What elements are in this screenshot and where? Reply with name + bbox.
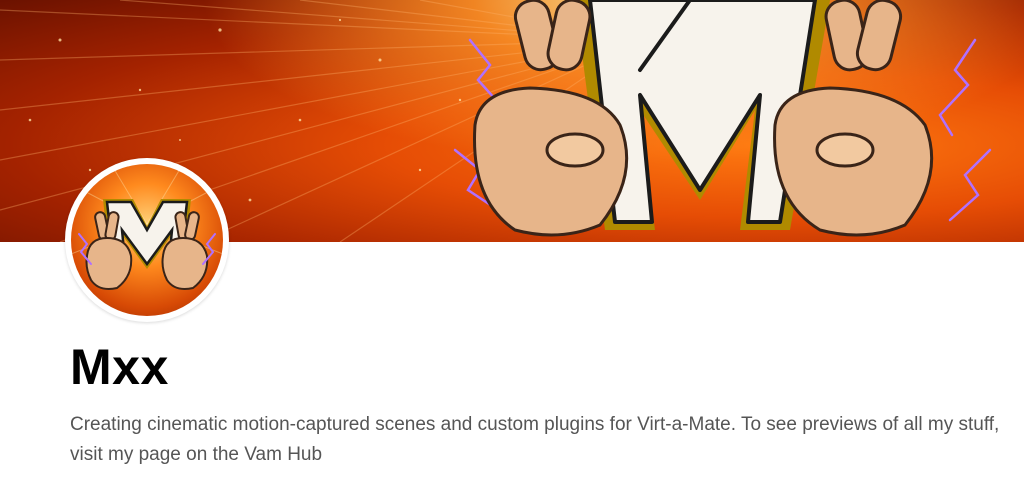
profile-bio: Creating cinematic motion-captured scene…	[70, 414, 1000, 465]
profile-name: Mxx	[70, 339, 169, 395]
avatar-image	[71, 164, 223, 316]
avatar-artwork	[71, 164, 223, 290]
profile-avatar[interactable]	[65, 158, 229, 322]
